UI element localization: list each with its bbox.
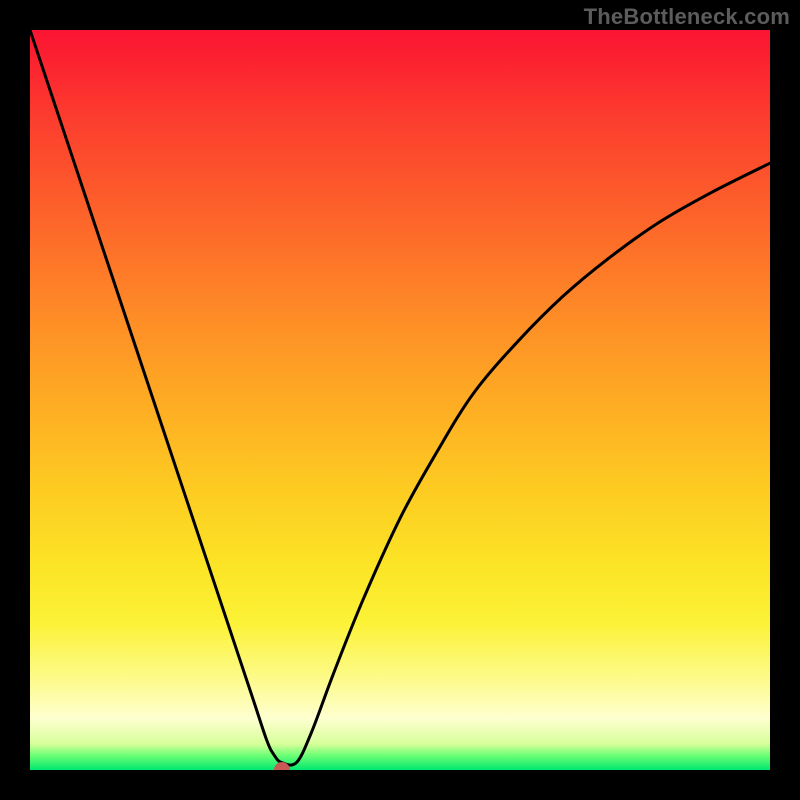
curve-svg bbox=[30, 30, 770, 770]
chart-frame: TheBottleneck.com bbox=[0, 0, 800, 800]
watermark-text: TheBottleneck.com bbox=[584, 4, 790, 30]
curve-path bbox=[30, 30, 770, 765]
plot-area bbox=[30, 30, 770, 770]
